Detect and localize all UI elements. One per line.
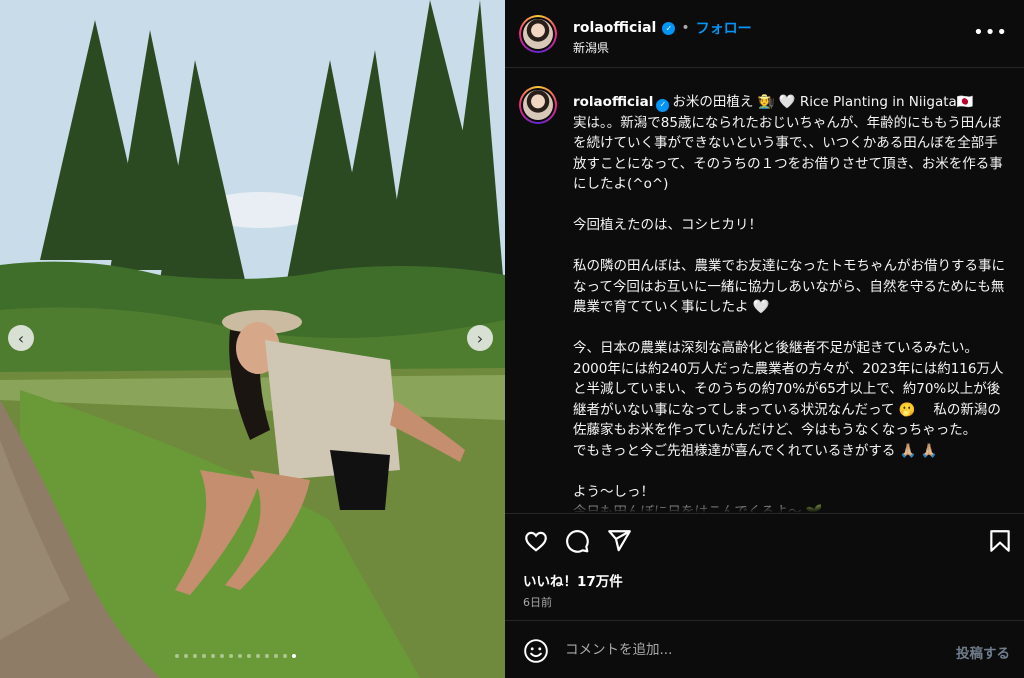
bookmark-icon[interactable]: [987, 528, 1013, 554]
comment-bar: 投稿する: [505, 620, 1024, 678]
caption-fade: [505, 499, 1024, 513]
slide-dot: [175, 654, 179, 658]
post-timestamp[interactable]: 6日前: [523, 594, 552, 610]
slide-indicator: [175, 654, 296, 658]
likes-count[interactable]: いいね！17万件: [523, 570, 623, 590]
comment-icon[interactable]: [564, 528, 590, 554]
post-header: rolaofficial ✓ • フォロー 新潟県 •••: [505, 0, 1024, 68]
caption-title: お米の田植え 🧑‍🌾 🤍 Rice Planting in Niigata🇯🇵: [672, 94, 974, 110]
verified-badge-icon: ✓: [662, 21, 676, 35]
post-comment-button[interactable]: 投稿する: [956, 642, 1010, 662]
post-photo[interactable]: ‹ ›: [0, 0, 505, 678]
next-slide-button[interactable]: ›: [467, 325, 493, 351]
verified-badge-icon: ✓: [656, 98, 670, 112]
action-bar: [505, 513, 1024, 567]
emoji-icon[interactable]: [523, 638, 549, 664]
follow-button[interactable]: フォロー: [696, 18, 752, 38]
caption-username[interactable]: rolaofficial: [573, 94, 653, 110]
slide-dot: [274, 654, 278, 658]
post-details-panel: rolaofficial ✓ • フォロー 新潟県 ••• rolaoffici…: [505, 0, 1024, 678]
comment-input[interactable]: [565, 637, 925, 663]
caption-text: rolaofficial ✓ お米の田植え 🧑‍🌾 🤍 Rice Planting …: [573, 92, 1009, 513]
rice-field-photo: [0, 0, 505, 678]
heart-icon[interactable]: [523, 528, 549, 554]
previous-slide-button[interactable]: ‹: [8, 325, 34, 351]
caption-body: 実は。。新潟で85歳になられたおじいちゃんが、年齢的にももう田んぼを続けていく事…: [573, 114, 1005, 514]
slide-dot: [220, 654, 224, 658]
slide-dot: [184, 654, 188, 658]
slide-dot: [256, 654, 260, 658]
more-options-button[interactable]: •••: [973, 22, 1008, 43]
slide-dot: [283, 654, 287, 658]
share-icon[interactable]: [606, 528, 632, 554]
slide-dot: [211, 654, 215, 658]
separator: •: [681, 20, 690, 36]
chevron-left-icon: ‹: [17, 328, 25, 348]
slide-dot: [202, 654, 206, 658]
profile-photo: [523, 90, 553, 120]
slide-dot: [238, 654, 242, 658]
username-link[interactable]: rolaofficial: [573, 20, 656, 36]
profile-photo: [523, 19, 553, 49]
avatar[interactable]: [519, 15, 557, 53]
chevron-right-icon: ›: [476, 328, 484, 348]
location-link[interactable]: 新潟県: [573, 39, 609, 56]
slide-dot: [265, 654, 269, 658]
avatar[interactable]: [519, 86, 557, 124]
slide-dot: [193, 654, 197, 658]
slide-dot: [292, 654, 296, 658]
slide-dot: [247, 654, 251, 658]
caption-area: rolaofficial ✓ お米の田植え 🧑‍🌾 🤍 Rice Planting …: [505, 68, 1024, 513]
slide-dot: [229, 654, 233, 658]
